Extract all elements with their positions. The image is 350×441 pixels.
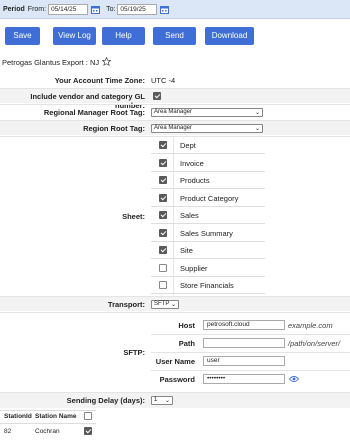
timezone-row: Your Account Time Zone: UTC -4: [0, 73, 350, 87]
help-button[interactable]: Help: [102, 27, 145, 45]
transport-label: Transport:: [107, 300, 145, 309]
chevron-down-icon: ⌄: [254, 126, 260, 132]
export-title: Petrogas Glantus Export : NJ: [2, 56, 112, 68]
divider: [151, 334, 350, 335]
star-icon[interactable]: [101, 56, 112, 68]
period-label: Period: [3, 5, 25, 13]
sheet-checkbox[interactable]: [159, 158, 167, 167]
sheet-name: Product Category: [180, 193, 239, 203]
sftp-label: SFTP:: [123, 348, 145, 357]
sheet-item[interactable]: Sales Summary: [151, 225, 265, 242]
sheet-item[interactable]: Store Financials: [151, 277, 265, 294]
sheet-label: Sheet:: [122, 212, 145, 221]
station-name-header: Station Name: [35, 413, 77, 420]
sheet-item[interactable]: Dept: [151, 137, 265, 154]
send-button[interactable]: Send: [153, 27, 196, 45]
calendar-icon[interactable]: [160, 5, 170, 14]
to-date-input[interactable]: 05/19/25: [117, 3, 158, 15]
save-button[interactable]: Save: [5, 27, 40, 45]
user-name-input[interactable]: user: [203, 356, 285, 366]
sheet-checkbox[interactable]: [159, 141, 167, 149]
download-button[interactable]: Download: [205, 27, 254, 45]
sheet-name: Sales: [180, 211, 199, 220]
sheet-name: Site: [180, 246, 193, 255]
sheet-item[interactable]: Supplier: [151, 260, 265, 277]
region-root-label: Region Root Tag:: [83, 124, 145, 133]
divider: [151, 352, 350, 353]
from-label: From:: [27, 5, 47, 13]
station-name-cell: Cochran: [35, 428, 60, 435]
sheet-checkbox[interactable]: [159, 281, 167, 289]
host-hint: example.com: [288, 321, 333, 330]
select-all-checkbox[interactable]: [84, 412, 92, 420]
export-title-text: Petrogas Glantus Export : NJ: [2, 58, 100, 67]
sheet-item[interactable]: Sales: [151, 207, 265, 224]
sheet-checkbox[interactable]: [159, 211, 167, 219]
station-id-cell: 82: [4, 428, 12, 435]
chevron-down-icon: ⌄: [254, 110, 260, 116]
vendor-gl-checkbox[interactable]: [153, 92, 161, 100]
timezone-label: Your Account Time Zone:: [54, 76, 145, 85]
user-name-label: User Name: [155, 357, 195, 366]
sheet-item[interactable]: Products: [151, 172, 265, 189]
chevron-down-icon: ⌄: [164, 398, 170, 404]
sheet-name: Sales Summary: [180, 228, 233, 238]
calendar-icon[interactable]: [91, 5, 101, 14]
password-input[interactable]: ••••••••: [203, 374, 285, 384]
sheet-checkbox[interactable]: [159, 263, 167, 272]
sheet-name: Supplier: [180, 263, 208, 273]
station-id-header: StationId: [4, 413, 32, 420]
sheet-name: Store Financials: [180, 281, 234, 290]
delay-select[interactable]: 1 ⌄: [151, 396, 173, 405]
path-hint: /path/on/server/: [288, 339, 341, 348]
delay-label: Sending Delay (days):: [66, 396, 145, 405]
regional-root-select[interactable]: Area Manager ⌄: [151, 108, 263, 117]
sheet-item[interactable]: Product Category: [151, 190, 265, 207]
divider: [0, 104, 350, 105]
region-root-row: Region Root Tag: Area Manager ⌄: [0, 121, 350, 135]
regional-root-value: Area Manager: [154, 109, 193, 115]
view-log-button[interactable]: View Log: [53, 27, 96, 45]
sheet-checkbox[interactable]: [159, 176, 167, 184]
delay-row: Sending Delay (days): 1 ⌄: [0, 393, 350, 408]
sheet-checkbox[interactable]: [159, 228, 167, 237]
timezone-value: UTC -4: [151, 76, 176, 85]
regional-root-label: Regional Manager Root Tag:: [43, 108, 145, 117]
sheet-name: Invoice: [180, 158, 204, 168]
to-label: To:: [106, 5, 116, 13]
period-bar: Period From: 05/14/25 To: 05/19/25: [0, 0, 350, 19]
divider: [0, 423, 96, 424]
sheet-checkbox[interactable]: [159, 193, 167, 202]
transport-row: Transport: SFTP ⌄: [0, 297, 350, 311]
region-root-select[interactable]: Area Manager ⌄: [151, 124, 263, 133]
regional-root-row: Regional Manager Root Tag: Area Manager …: [0, 106, 350, 119]
vendor-gl-row: Include vendor and category GL number:: [0, 89, 350, 110]
sheet-name: Products: [180, 176, 210, 185]
sheet-item[interactable]: Invoice: [151, 155, 265, 172]
station-row-checkbox[interactable]: [84, 427, 92, 435]
transport-value: SFTP: [154, 301, 170, 307]
region-root-value: Area Manager: [154, 125, 193, 131]
sheet-checkbox[interactable]: [159, 246, 167, 254]
sheet-name: Dept: [180, 141, 196, 150]
host-label: Host: [178, 321, 195, 330]
divider: [151, 370, 350, 371]
password-label: Password: [159, 375, 195, 384]
sheet-item[interactable]: Site: [151, 242, 265, 259]
path-input[interactable]: [203, 338, 285, 348]
eye-icon[interactable]: [288, 375, 300, 385]
from-date-input[interactable]: 05/14/25: [48, 3, 89, 15]
path-label: Path: [178, 339, 195, 348]
delay-value: 1: [154, 397, 158, 403]
divider: [0, 410, 96, 411]
chevron-down-icon: ⌄: [170, 302, 176, 308]
host-input[interactable]: petrosoft.cloud: [203, 320, 285, 330]
transport-select[interactable]: SFTP ⌄: [151, 300, 179, 309]
